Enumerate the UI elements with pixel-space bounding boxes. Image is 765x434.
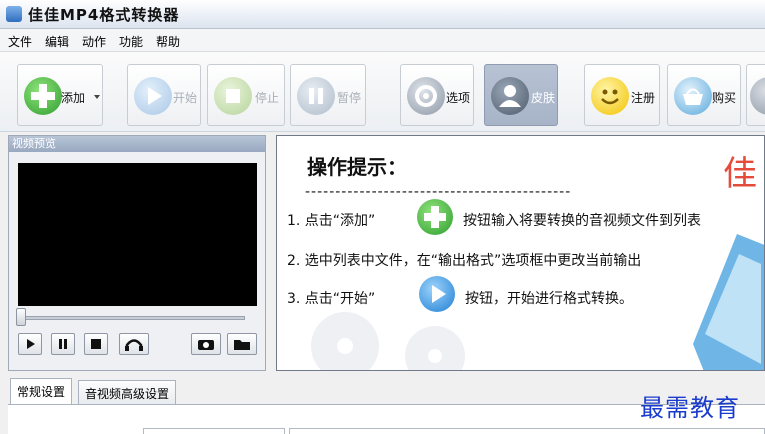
gear-icon [407, 77, 445, 115]
watermark-text: 最需教育 [640, 394, 740, 422]
play-icon [134, 77, 172, 115]
brand-logo-char: 佳 [723, 154, 757, 194]
stop-small-button[interactable] [84, 333, 108, 355]
camera-icon [198, 340, 214, 350]
pause-label: 暂停 [337, 91, 362, 105]
home-icon [750, 77, 765, 115]
user-icon [491, 77, 529, 115]
preview-header: 视频预览 [9, 136, 265, 152]
menu-action[interactable]: 动作 [82, 33, 106, 50]
output-format-field[interactable] [289, 428, 765, 434]
tips-panel: 佳 操作提示： --------------------------------… [276, 135, 765, 371]
register-label: 注册 [631, 91, 656, 105]
title-bar: 佳佳MP4格式转换器 [0, 0, 765, 29]
tips-title: 操作提示： [307, 155, 407, 179]
pause-icon [297, 77, 335, 115]
home-button[interactable] [746, 64, 765, 126]
open-folder-button[interactable] [227, 333, 257, 355]
shopping-basket-icon [674, 77, 712, 115]
skin-button[interactable]: 皮肤 [484, 64, 558, 126]
plus-icon [24, 77, 62, 115]
menu-edit[interactable]: 编辑 [45, 33, 69, 50]
options-label: 选项 [446, 91, 471, 105]
menu-help[interactable]: 帮助 [156, 33, 180, 50]
toolbar: 添加 开始 停止 暂停 选项 皮肤 注册 购买 [0, 52, 765, 132]
tip-line-1a: 1. 点击“添加” [287, 213, 376, 229]
buy-button[interactable]: 购买 [667, 64, 741, 126]
seek-thumb[interactable] [16, 308, 26, 326]
video-preview-panel: 视频预览 [8, 135, 266, 371]
headphones-button[interactable] [119, 333, 149, 355]
tips-divider: ----------------------------------------… [305, 184, 572, 200]
pause-small-button[interactable] [51, 333, 75, 355]
play-icon [27, 339, 35, 349]
smiley-icon [591, 77, 629, 115]
app-logo-icon [6, 6, 22, 22]
stop-label: 停止 [255, 91, 280, 105]
settings-field-left[interactable] [143, 428, 285, 434]
tab-general-settings[interactable]: 常规设置 [10, 378, 73, 405]
folder-icon [234, 340, 250, 350]
stop-icon [214, 77, 252, 115]
add-button[interactable]: 添加 [17, 64, 103, 126]
seek-track[interactable] [18, 316, 245, 320]
window-title: 佳佳MP4格式转换器 [28, 6, 180, 24]
snapshot-button[interactable] [191, 333, 221, 355]
play-button[interactable] [18, 333, 42, 355]
tip-line-3b: 按钮，开始进行格式转换。 [465, 291, 633, 307]
stop-icon [91, 339, 101, 349]
options-button[interactable]: 选项 [400, 64, 474, 126]
headphones-icon [125, 339, 143, 351]
chevron-down-icon[interactable] [94, 95, 100, 99]
skin-label: 皮肤 [531, 91, 556, 105]
menu-function[interactable]: 功能 [119, 33, 143, 50]
pause-button[interactable]: 暂停 [290, 64, 366, 126]
menu-bar: 文件 编辑 动作 功能 帮助 [0, 29, 765, 52]
buy-label: 购买 [712, 91, 737, 105]
tip-line-2: 2. 选中列表中文件，在“输出格式”选项框中更改当前输出 [287, 253, 642, 269]
tip-line-1b: 按钮输入将要转换的音视频文件到列表 [463, 213, 701, 229]
play-icon [419, 276, 455, 312]
menu-file[interactable]: 文件 [8, 33, 32, 50]
tip-line-3a: 3. 点击“开始” [287, 291, 376, 307]
pause-icon [59, 339, 67, 349]
video-screen [18, 163, 257, 306]
stop-button[interactable]: 停止 [207, 64, 285, 126]
plus-icon [417, 199, 453, 235]
register-button[interactable]: 注册 [584, 64, 660, 126]
film-strip-decoration [693, 234, 764, 370]
tab-advanced-av-settings[interactable]: 音视频高级设置 [78, 380, 177, 404]
start-button[interactable]: 开始 [127, 64, 201, 126]
start-label: 开始 [173, 91, 198, 105]
add-label: 添加 [61, 91, 86, 105]
